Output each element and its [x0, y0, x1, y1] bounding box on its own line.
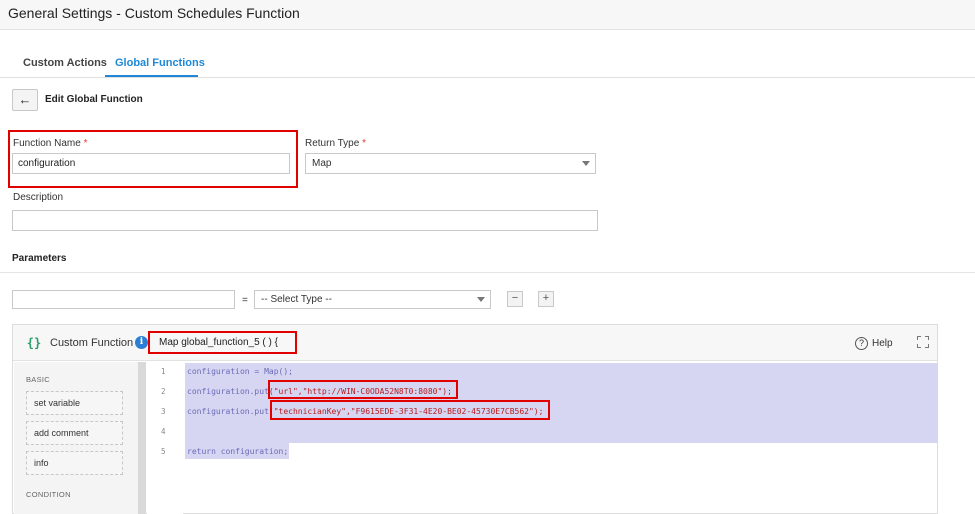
- sidebar-item-info[interactable]: info: [26, 451, 123, 475]
- parameters-divider: [0, 272, 975, 273]
- sidebar-item-add-comment[interactable]: add comment: [26, 421, 123, 445]
- sidebar-heading-condition: CONDITION: [26, 490, 71, 499]
- custom-function-icon: {}: [26, 336, 42, 350]
- custom-function-label: Custom Function: [50, 337, 134, 349]
- tab-custom-actions[interactable]: Custom Actions: [23, 57, 107, 69]
- return-type-label: Return Type *: [305, 138, 366, 149]
- line-number: 4: [161, 427, 166, 436]
- function-name-label: Function Name *: [13, 138, 88, 149]
- remove-parameter-button[interactable]: −: [507, 291, 523, 307]
- page-header-title: General Settings - Custom Schedules Func…: [8, 5, 300, 21]
- line-number: 5: [161, 447, 166, 456]
- parameters-heading: Parameters: [12, 253, 67, 264]
- sidebar-heading-basic: BASIC: [26, 375, 51, 384]
- add-parameter-button[interactable]: +: [538, 291, 554, 307]
- description-label: Description: [13, 192, 64, 203]
- help-label: Help: [872, 338, 893, 349]
- line-number-gutter: 1 2 3 4 5: [147, 362, 183, 514]
- parameter-name-input[interactable]: [12, 290, 235, 309]
- sidebar-item-set-variable[interactable]: set variable: [26, 391, 123, 415]
- tab-global-functions[interactable]: Global Functions: [115, 57, 205, 69]
- active-tab-indicator: [105, 75, 198, 77]
- parameter-type-value: -- Select Type --: [261, 294, 332, 305]
- line-number: 3: [161, 407, 166, 416]
- url-highlight-box: [268, 380, 458, 399]
- return-type-value: Map: [312, 158, 332, 169]
- parameter-equals-sign: =: [242, 295, 248, 306]
- line-number: 1: [161, 367, 166, 376]
- tab-bar: Custom Actions Global Functions: [0, 52, 975, 78]
- return-type-select[interactable]: Map: [305, 153, 596, 174]
- page-header: General Settings - Custom Schedules Func…: [0, 0, 975, 30]
- page-title: Edit Global Function: [45, 94, 143, 105]
- expand-icon[interactable]: [917, 336, 929, 348]
- code-line-1[interactable]: configuration = Map();: [187, 367, 293, 376]
- help-button[interactable]: ? Help: [855, 337, 893, 350]
- arrow-left-icon: ←: [18, 92, 32, 107]
- line-number: 2: [161, 387, 166, 396]
- technician-key-highlight-box: [270, 400, 550, 420]
- function-name-input[interactable]: [12, 153, 290, 174]
- sidebar-scrollbar[interactable]: [138, 362, 146, 514]
- code-line-5[interactable]: return configuration;: [187, 447, 288, 456]
- chevron-down-icon: [582, 161, 590, 166]
- info-icon[interactable]: i: [135, 336, 148, 349]
- signature-highlight-box: [148, 331, 297, 354]
- chevron-down-icon: [477, 297, 485, 302]
- editor-sidebar: BASIC set variable add comment info COND…: [14, 362, 146, 514]
- back-button[interactable]: ←: [12, 89, 38, 111]
- question-icon: ?: [855, 337, 868, 350]
- description-input[interactable]: [12, 210, 598, 231]
- parameter-type-select[interactable]: -- Select Type --: [254, 290, 491, 309]
